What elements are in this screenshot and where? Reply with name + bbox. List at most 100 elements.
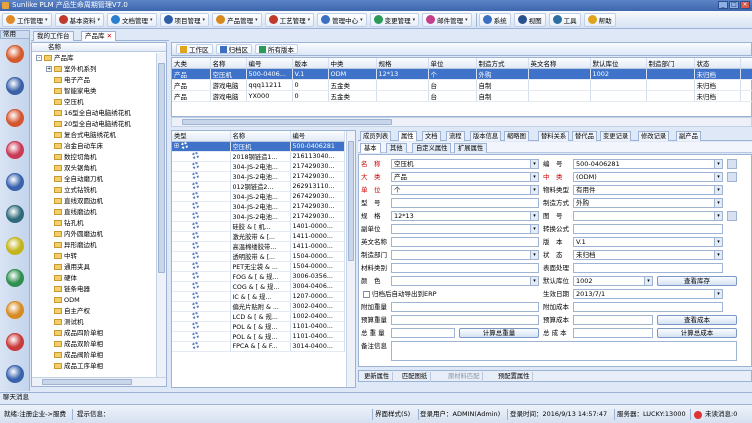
org-icon[interactable] bbox=[6, 205, 24, 223]
table-row[interactable]: 012钢链造2... 262913110... bbox=[172, 181, 345, 192]
attribute-action-tab[interactable]: 原材料匹配 bbox=[445, 372, 484, 382]
name-field[interactable]: 空压机 ▾ bbox=[391, 159, 539, 169]
table-row[interactable]: 304-JS-2电池... 267429030... bbox=[172, 191, 345, 202]
budget-cost-field[interactable] bbox=[573, 315, 653, 325]
table-row[interactable]: COG & [ & 规... 3004-0406... bbox=[172, 281, 345, 292]
tree-item[interactable]: 测试机 bbox=[46, 317, 84, 327]
chevron-down-icon[interactable]: ▾ bbox=[714, 173, 722, 181]
monitor-icon[interactable] bbox=[6, 237, 24, 255]
tree-item[interactable]: 20型全自动电脑绣花机 bbox=[46, 119, 131, 129]
chart-icon[interactable] bbox=[6, 333, 24, 351]
calc-cost-button[interactable]: 计算总成本 bbox=[657, 328, 737, 338]
chevron-down-icon[interactable]: ▾ bbox=[530, 277, 538, 285]
chat-message-bar[interactable]: 聊天消息 bbox=[0, 392, 752, 402]
tree-item[interactable]: 硬体 bbox=[46, 273, 77, 283]
tree-item[interactable]: + 室外机系列 bbox=[46, 64, 97, 74]
column-header[interactable]: 规格 bbox=[376, 58, 429, 69]
bom-vscrollbar[interactable] bbox=[346, 131, 355, 387]
collapse-icon[interactable]: - bbox=[36, 55, 42, 61]
sub-unit-field[interactable]: ▾ bbox=[391, 224, 539, 234]
column-header[interactable]: 类型 bbox=[172, 131, 231, 142]
english-name-field[interactable] bbox=[391, 237, 539, 247]
table-row[interactable]: 304-JS-2电池... 217429030... bbox=[172, 201, 345, 212]
tree-item[interactable]: 异形磨边机 bbox=[46, 240, 97, 250]
table-icon[interactable] bbox=[6, 365, 24, 383]
drawing-picker-icon[interactable] bbox=[727, 211, 737, 221]
code-picker-icon[interactable] bbox=[727, 159, 737, 169]
menu-change[interactable]: 变更管理 ▾ bbox=[369, 12, 420, 27]
dept-field[interactable]: ▾ bbox=[391, 250, 539, 260]
toolbar-button[interactable]: 所有版本 bbox=[255, 44, 298, 54]
table-row[interactable]: LCD & [ & 规... 1002-0400... bbox=[172, 311, 345, 322]
close-button[interactable]: × bbox=[740, 1, 750, 9]
toolbar-button[interactable]: 工作区 bbox=[176, 44, 213, 54]
drawing-no-field[interactable]: ▾ bbox=[573, 211, 723, 221]
menu-work[interactable]: 工作管理 ▾ bbox=[2, 12, 52, 27]
tab-detail[interactable]: 副产品 bbox=[676, 131, 701, 141]
column-header[interactable]: 名称 bbox=[230, 131, 291, 142]
tab-detail[interactable]: 文档 bbox=[422, 131, 441, 141]
attribute-action-tab[interactable]: 更新属性 bbox=[361, 372, 394, 382]
view-cost-button[interactable]: 查看成本 bbox=[657, 315, 737, 325]
attribute-action-tab[interactable]: 匹配图纸 bbox=[399, 372, 432, 382]
table-row[interactable]: FPCA & [ & F... 3014-0400... bbox=[172, 341, 345, 352]
tree-item[interactable]: 链条电器 bbox=[46, 284, 90, 294]
column-header[interactable]: 编号 bbox=[290, 131, 345, 142]
toolbar-button[interactable]: 归档区 bbox=[215, 44, 252, 54]
make-method-field[interactable]: 外购 ▾ bbox=[573, 198, 723, 208]
budget-weight-field[interactable] bbox=[391, 315, 539, 325]
tree-item[interactable]: 空压机 bbox=[46, 97, 84, 107]
tree-item[interactable]: - 产品库 bbox=[36, 53, 74, 63]
tab-detail[interactable]: 属性 bbox=[398, 131, 417, 141]
menu-process[interactable]: 工艺管理 ▾ bbox=[264, 12, 315, 27]
cogs-icon[interactable] bbox=[6, 269, 24, 287]
expand-icon[interactable]: + bbox=[46, 66, 52, 72]
column-header[interactable]: 制造方式 bbox=[476, 58, 529, 69]
tab-attribute-sub[interactable]: 其他 bbox=[386, 143, 407, 153]
tree-item[interactable]: 数控切角机 bbox=[46, 152, 97, 162]
material-type-field[interactable]: 有用件 ▾ bbox=[573, 185, 723, 195]
tree-item[interactable]: 成品双阶单相 bbox=[46, 339, 103, 349]
tree-item[interactable]: 直线双圆边机 bbox=[46, 196, 103, 206]
column-header[interactable]: 默认库位 bbox=[590, 58, 647, 69]
chevron-down-icon[interactable]: ▾ bbox=[530, 173, 538, 181]
tab-product-library[interactable]: 产品库 ✕ bbox=[81, 31, 117, 41]
column-header[interactable]: 中类 bbox=[328, 58, 377, 69]
view-stock-button[interactable]: 查看库存 bbox=[657, 276, 737, 286]
note-field[interactable] bbox=[391, 341, 737, 361]
tree-hscroll-thumb[interactable] bbox=[42, 379, 132, 385]
menu-system[interactable]: 系统 bbox=[478, 12, 511, 27]
column-header[interactable]: 单位 bbox=[428, 58, 477, 69]
tab-detail[interactable]: 替料关系 bbox=[538, 131, 570, 141]
unread-message-icon[interactable] bbox=[694, 411, 702, 419]
minimize-button[interactable]: _ bbox=[718, 1, 728, 9]
tree-item[interactable]: ODM bbox=[46, 295, 80, 305]
table-row[interactable]: 激光胶带 & [... 1411-0000... bbox=[172, 231, 345, 242]
tab-detail[interactable]: 流程 bbox=[446, 131, 465, 141]
tree-hscrollbar[interactable] bbox=[32, 377, 166, 386]
table-row[interactable]: 产品 空压机 500-0406... V.1 ODM 12*13 个外购 1002 未归档 bbox=[172, 68, 752, 80]
table-row[interactable]: 产品 游戏电脑 YX000 0 五金类 台自制 未归档 bbox=[172, 90, 752, 102]
settings-icon[interactable] bbox=[6, 77, 24, 95]
tree-item[interactable]: 电子产品 bbox=[46, 75, 90, 85]
tree-item[interactable]: 智能家电类 bbox=[46, 86, 97, 96]
mid-class-field[interactable]: (ODM) ▾ bbox=[573, 172, 723, 182]
conversion-field[interactable] bbox=[573, 224, 723, 234]
calendar-icon[interactable]: ▾ bbox=[714, 290, 722, 298]
spec-field[interactable]: 12*13 ▾ bbox=[391, 211, 539, 221]
table-row[interactable]: 304-JS-2电池... 217429030... bbox=[172, 161, 345, 172]
total-cost-field[interactable] bbox=[573, 328, 653, 338]
menu-doc[interactable]: 文档管理 ▾ bbox=[107, 12, 157, 27]
chevron-down-icon[interactable]: ▾ bbox=[714, 212, 722, 220]
table-row[interactable]: 透明胶带 & [... 1504-0000... bbox=[172, 251, 345, 262]
tab-attribute-sub[interactable]: 扩展属性 bbox=[454, 143, 488, 153]
tree-item[interactable]: 成品工序单相 bbox=[46, 361, 103, 371]
home-icon[interactable] bbox=[6, 45, 24, 63]
column-header[interactable]: 大类 bbox=[172, 58, 211, 69]
version-field[interactable]: V.1 ▾ bbox=[573, 237, 723, 247]
tab-detail[interactable]: 变更记录 bbox=[600, 131, 632, 141]
tree-item[interactable]: 内外圆磨边机 bbox=[46, 229, 103, 239]
user-icon[interactable] bbox=[6, 173, 24, 191]
product-grid-hscrollbar[interactable] bbox=[171, 117, 752, 127]
effective-date-field[interactable]: 2013/7/1 ▾ bbox=[573, 289, 723, 299]
